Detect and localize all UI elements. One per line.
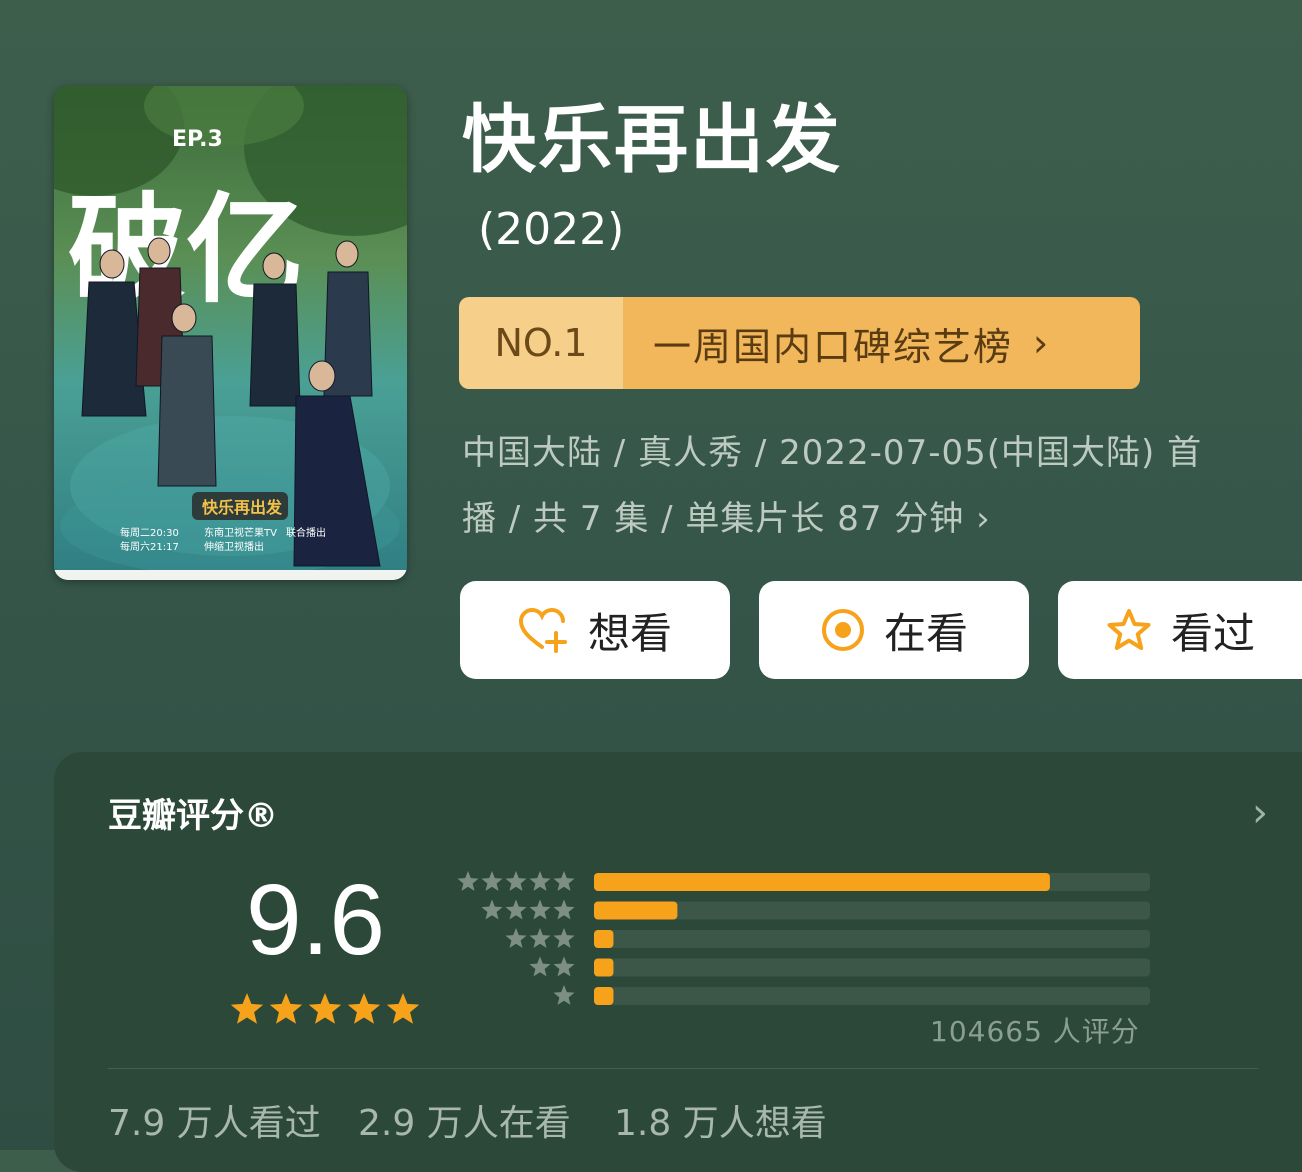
chevron-right-icon[interactable]: › [1252, 790, 1268, 836]
poster-channel-3: 联合播出 [286, 526, 326, 539]
rating-distribution [457, 871, 1150, 1005]
release-year: (2022) [478, 204, 625, 255]
show-meta[interactable]: 中国大陆 / 真人秀 / 2022-07-05(中国大陆) 首 播 / 共 7 … [462, 420, 1282, 552]
dist-star-icon [457, 871, 479, 891]
target-icon [821, 609, 864, 651]
dist-bar-2-star [594, 958, 614, 977]
rating-stars [230, 993, 419, 1024]
ranking-label-wrap: 一周国内口碑综艺榜 › [623, 297, 1140, 389]
chevron-right-icon: › [1033, 321, 1051, 365]
stat-watched[interactable]: 7.9 万人看过 [108, 1094, 321, 1146]
dist-bar-5-star [594, 873, 1050, 891]
dist-star-icon [505, 899, 527, 920]
watched-label: 看过 [1170, 608, 1255, 658]
dist-star-icon [529, 928, 551, 948]
dist-star-icon [529, 956, 551, 977]
dist-star-icon [553, 985, 575, 1005]
dist-star-icon [481, 899, 503, 920]
stat-want[interactable]: 1.8 万人想看 [614, 1094, 827, 1146]
stat-watching[interactable]: 2.9 万人在看 [358, 1094, 571, 1146]
star-icon [308, 993, 342, 1024]
star-icon [269, 993, 303, 1024]
meta-line-2: 播 / 共 7 集 / 单集片长 87 分钟 › [462, 499, 991, 539]
dist-star-icon [553, 871, 575, 891]
rating-count: 104665 人评分 [930, 1015, 1140, 1048]
poster-show-logo: 快乐再出发 [202, 498, 283, 517]
want-to-watch-button[interactable]: 想看 [460, 581, 730, 679]
ranking-label: 一周国内口碑综艺榜 [653, 324, 1014, 369]
poster-artwork: 破亿 EP.3 快乐再出发 每周二20:30 每周六21:17 东南卫视 芒果T… [54, 86, 407, 580]
star-icon [386, 993, 419, 1024]
page-title: 快乐再出发 [462, 97, 842, 183]
watching-button[interactable]: 在看 [759, 581, 1029, 679]
star-outline-icon [1107, 609, 1151, 650]
watched-button[interactable]: 看过 [1058, 581, 1302, 679]
want-to-watch-label: 想看 [587, 608, 672, 658]
poster-schedule-2: 每周六21:17 [120, 540, 179, 553]
watching-label: 在看 [883, 608, 968, 658]
dist-star-icon [553, 899, 575, 920]
rating-score: 9.6 [246, 864, 386, 976]
poster-channel-2: 芒果TV [244, 526, 277, 539]
poster-episode: EP.3 [172, 127, 223, 152]
poster-image[interactable]: 破亿 EP.3 快乐再出发 每周二20:30 每周六21:17 东南卫视 芒果T… [54, 86, 407, 580]
dist-star-icon [505, 928, 527, 948]
rating-title: 豆瓣评分® [108, 796, 278, 836]
star-icon [230, 993, 264, 1024]
dist-bar-1-star [594, 987, 614, 1005]
ranking-number: NO.1 [459, 297, 623, 389]
star-icon [347, 993, 381, 1024]
poster-channel-4: 伸缩卫视播出 [204, 540, 264, 553]
ranking-badge[interactable]: NO.1 一周国内口碑综艺榜 › [459, 297, 1140, 389]
dist-bar-track [594, 930, 1150, 948]
dist-star-icon [505, 871, 527, 891]
divider [108, 1068, 1258, 1069]
dist-bar-3-star [594, 930, 614, 948]
dist-bar-track [594, 987, 1150, 1005]
dist-star-icon [553, 928, 575, 948]
dist-star-icon [553, 956, 575, 977]
heart-plus-icon [518, 607, 567, 653]
dist-star-icon [529, 871, 551, 891]
meta-line-1: 中国大陆 / 真人秀 / 2022-07-05(中国大陆) 首 [462, 433, 1203, 473]
poster-channel-1: 东南卫视 [204, 526, 244, 539]
dist-star-icon [529, 899, 551, 920]
dist-bar-track [594, 958, 1150, 977]
dist-bar-4-star [594, 901, 678, 920]
poster-schedule-1: 每周二20:30 [120, 526, 179, 539]
dist-bar-track [594, 901, 1150, 920]
dist-star-icon [481, 871, 503, 891]
